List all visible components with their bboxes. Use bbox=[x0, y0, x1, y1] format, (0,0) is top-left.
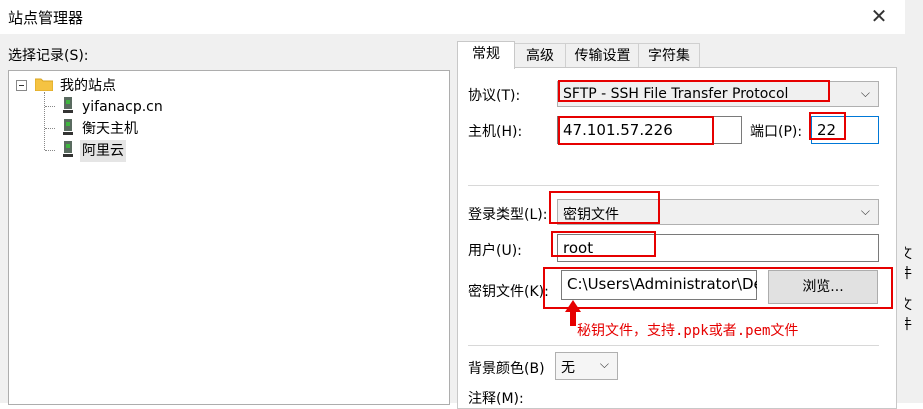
folder-icon bbox=[35, 78, 53, 91]
chevron-down-icon: ⌵ bbox=[599, 357, 609, 371]
chevron-down-icon: ⌵ bbox=[860, 204, 870, 218]
server-icon bbox=[63, 141, 73, 157]
host-label: 主机(H): bbox=[468, 124, 523, 140]
highlight-box bbox=[558, 116, 714, 145]
bgcolor-value: 无 bbox=[561, 360, 575, 376]
separator bbox=[468, 345, 879, 346]
tree-connector bbox=[45, 150, 55, 151]
tab-general[interactable]: 常规 bbox=[457, 41, 515, 69]
highlight-box bbox=[551, 231, 656, 257]
comments-label: 注释(M): bbox=[468, 391, 524, 407]
tree-connector bbox=[45, 106, 55, 107]
highlight-box bbox=[809, 112, 846, 140]
annotation-text: 秘钥文件，支持.ppk或者.pem文件 bbox=[577, 323, 799, 339]
title-bar bbox=[0, 0, 905, 34]
separator bbox=[468, 185, 879, 186]
bgcolor-select[interactable]: 无 ⌵ bbox=[555, 352, 618, 380]
close-icon[interactable]: ✕ bbox=[868, 4, 890, 28]
window-title: 站点管理器 bbox=[8, 9, 84, 27]
highlight-box bbox=[549, 191, 660, 224]
site-tree[interactable] bbox=[8, 70, 450, 405]
tab-charset[interactable]: 字符集 bbox=[638, 43, 700, 68]
highlight-box bbox=[558, 80, 830, 102]
tree-site-item-selected[interactable]: 阿里云 bbox=[80, 140, 126, 162]
port-label: 端口(P): bbox=[750, 124, 803, 140]
tree-root-label[interactable]: 我的站点 bbox=[60, 75, 116, 97]
tab-transfer-settings[interactable]: 传输设置 bbox=[565, 43, 640, 68]
bgcolor-label: 背景颜色(B) bbox=[468, 361, 545, 377]
chevron-down-icon: ⌵ bbox=[860, 86, 870, 100]
logon-type-label: 登录类型(L): bbox=[468, 207, 548, 223]
protocol-label: 协议(T): bbox=[468, 88, 521, 104]
server-icon bbox=[63, 119, 73, 135]
tree-site-item[interactable]: yifanacp.cn bbox=[82, 96, 163, 118]
tab-advanced[interactable]: 高级 bbox=[513, 43, 567, 68]
server-icon bbox=[63, 97, 73, 113]
keyfile-label: 密钥文件(K): bbox=[468, 284, 549, 300]
background-window bbox=[905, 0, 923, 403]
watermark: CSDN @IT飞牛 bbox=[780, 377, 880, 393]
select-entry-label: 选择记录(S): bbox=[8, 48, 89, 64]
tree-site-item[interactable]: 衡天主机 bbox=[82, 118, 138, 140]
tree-connector bbox=[44, 92, 45, 150]
tree-connector bbox=[45, 128, 55, 129]
collapse-icon[interactable] bbox=[16, 80, 27, 91]
user-label: 用户(U): bbox=[468, 243, 522, 259]
highlight-box bbox=[543, 267, 893, 309]
